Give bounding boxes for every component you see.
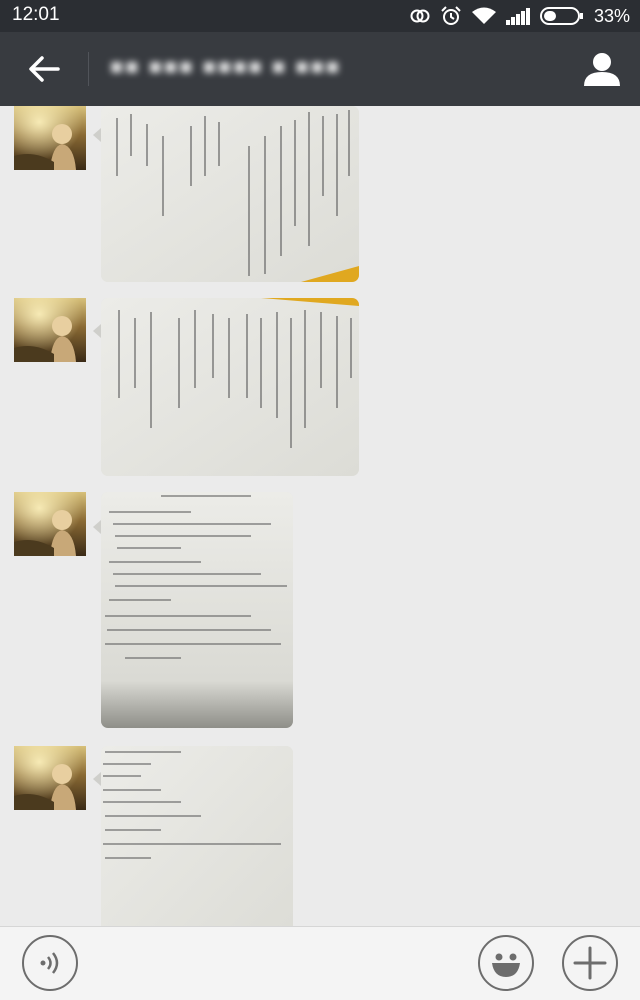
back-button[interactable] <box>12 45 76 93</box>
message-item <box>0 492 640 732</box>
image-message[interactable] <box>101 106 359 282</box>
bubble-arrow <box>93 520 101 534</box>
contact-avatar[interactable] <box>14 106 86 170</box>
message-item <box>0 746 640 926</box>
person-icon <box>584 53 620 86</box>
title-divider <box>88 52 89 86</box>
contact-avatar[interactable] <box>14 492 86 556</box>
input-bar <box>0 926 640 1000</box>
avatar-image <box>14 298 86 362</box>
battery-percent: 33% <box>593 5 630 26</box>
image-message[interactable] <box>101 298 359 476</box>
voice-button[interactable] <box>22 935 78 991</box>
handwritten-note-photo <box>101 746 293 926</box>
avatar-image <box>14 106 86 170</box>
title-bar: ■■ ■■■ ■■■■ ■ ■■■ <box>0 32 640 106</box>
arrow-left-icon <box>29 56 60 82</box>
image-message[interactable] <box>101 492 293 728</box>
handwritten-note-photo <box>101 492 293 728</box>
image-message[interactable] <box>101 746 293 926</box>
smiley-icon <box>492 953 520 977</box>
handwritten-note-photo <box>101 106 359 282</box>
contact-avatar[interactable] <box>14 298 86 362</box>
profile-button[interactable] <box>578 46 626 92</box>
bubble-arrow <box>93 324 101 338</box>
signal-icon <box>505 8 530 25</box>
status-time: 12:01 <box>12 4 60 25</box>
avatar-image <box>14 492 86 556</box>
message-list[interactable] <box>0 106 640 926</box>
voice-icon <box>40 952 59 974</box>
chat-title: ■■ ■■■ ■■■■ ■ ■■■ <box>110 54 342 79</box>
emoji-button[interactable] <box>478 935 534 991</box>
handwritten-note-photo <box>101 298 359 476</box>
bubble-arrow <box>93 772 101 786</box>
status-icons: 33% <box>410 4 630 28</box>
alarm-icon <box>441 6 461 25</box>
link-icon <box>410 9 430 23</box>
message-item <box>0 298 640 478</box>
status-bar: 12:01 33% <box>0 0 640 32</box>
more-button[interactable] <box>562 935 618 991</box>
wifi-icon <box>471 7 496 24</box>
contact-avatar[interactable] <box>14 746 86 810</box>
message-item <box>0 106 640 286</box>
avatar-image <box>14 746 86 810</box>
bubble-arrow <box>93 128 101 142</box>
battery-icon <box>539 7 583 25</box>
plus-icon <box>573 946 607 980</box>
